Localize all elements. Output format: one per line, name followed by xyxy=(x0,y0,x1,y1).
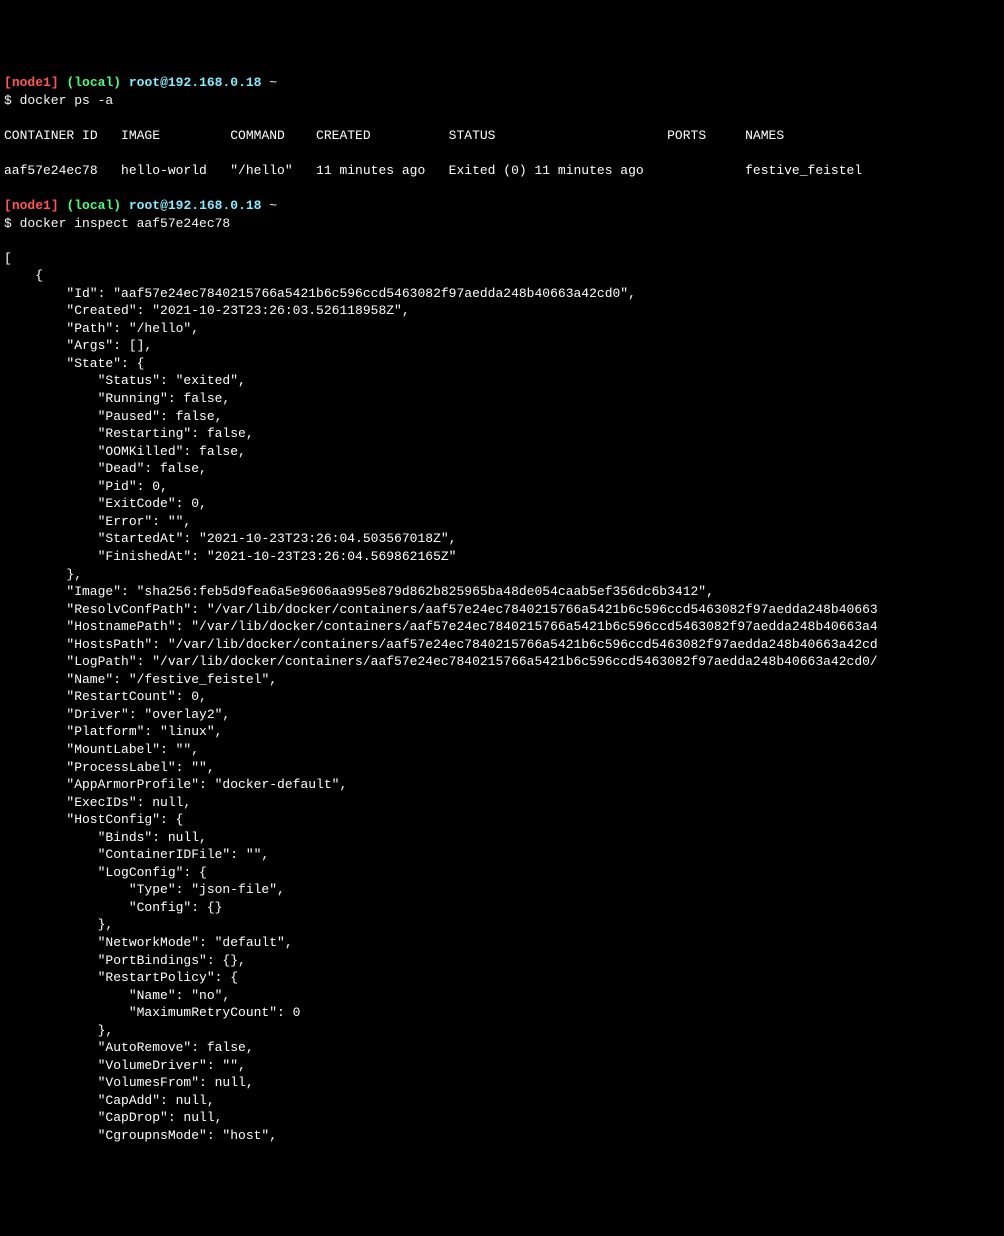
prompt-bracket-close: ] xyxy=(51,198,59,213)
json-line: { xyxy=(4,267,1000,285)
json-line: "RestartCount": 0, xyxy=(4,688,1000,706)
json-line: "NetworkMode": "default", xyxy=(4,934,1000,952)
prompt-path: ~ xyxy=(262,75,278,90)
json-line: "Config": {} xyxy=(4,899,1000,917)
json-line: "Restarting": false, xyxy=(4,425,1000,443)
prompt-local: (local) xyxy=(59,75,121,90)
json-line: "OOMKilled": false, xyxy=(4,443,1000,461)
json-line: "LogPath": "/var/lib/docker/containers/a… xyxy=(4,653,1000,671)
json-line: "Platform": "linux", xyxy=(4,723,1000,741)
ps-header: CONTAINER ID IMAGE COMMAND CREATED STATU… xyxy=(4,127,1000,145)
json-line: "AutoRemove": false, xyxy=(4,1039,1000,1057)
command-2: $ docker inspect aaf57e24ec78 xyxy=(4,216,230,231)
json-line: "AppArmorProfile": "docker-default", xyxy=(4,776,1000,794)
prompt-node: node1 xyxy=(12,75,51,90)
json-line: "LogConfig": { xyxy=(4,864,1000,882)
prompt-user-host: root@192.168.0.18 xyxy=(121,198,261,213)
json-line: "Path": "/hello", xyxy=(4,320,1000,338)
json-line: "Paused": false, xyxy=(4,408,1000,426)
json-line: "Driver": "overlay2", xyxy=(4,706,1000,724)
json-output: [{"Id": "aaf57e24ec7840215766a5421b6c596… xyxy=(4,250,1000,1145)
json-line: "Image": "sha256:feb5d9fea6a5e9606aa995e… xyxy=(4,583,1000,601)
json-line: }, xyxy=(4,1022,1000,1040)
json-line: "ContainerIDFile": "", xyxy=(4,846,1000,864)
json-line: }, xyxy=(4,566,1000,584)
json-line: "HostsPath": "/var/lib/docker/containers… xyxy=(4,636,1000,654)
command-1: $ docker ps -a xyxy=(4,93,113,108)
prompt-bracket-open: [ xyxy=(4,198,12,213)
prompt-path: ~ xyxy=(262,198,278,213)
prompt-local: (local) xyxy=(59,198,121,213)
prompt-user-host: root@192.168.0.18 xyxy=(121,75,261,90)
ps-row: aaf57e24ec78 hello-world "/hello" 11 min… xyxy=(4,162,1000,180)
json-line: "HostConfig": { xyxy=(4,811,1000,829)
json-line: "MaximumRetryCount": 0 xyxy=(4,1004,1000,1022)
prompt-node: node1 xyxy=(12,198,51,213)
json-line: "MountLabel": "", xyxy=(4,741,1000,759)
prompt-bracket-open: [ xyxy=(4,75,12,90)
prompt-line-2[interactable]: [node1] (local) root@192.168.0.18 ~ $ do… xyxy=(4,197,1000,232)
json-line: "ResolvConfPath": "/var/lib/docker/conta… xyxy=(4,601,1000,619)
prompt-bracket-close: ] xyxy=(51,75,59,90)
json-line: "HostnamePath": "/var/lib/docker/contain… xyxy=(4,618,1000,636)
json-line: "CapAdd": null, xyxy=(4,1092,1000,1110)
json-line: [ xyxy=(4,250,1000,268)
json-line: "State": { xyxy=(4,355,1000,373)
json-line: "Args": [], xyxy=(4,337,1000,355)
json-line: "RestartPolicy": { xyxy=(4,969,1000,987)
json-line: "Type": "json-file", xyxy=(4,881,1000,899)
json-line: "Status": "exited", xyxy=(4,372,1000,390)
json-line: "Pid": 0, xyxy=(4,478,1000,496)
json-line: "FinishedAt": "2021-10-23T23:26:04.56986… xyxy=(4,548,1000,566)
prompt-line-1[interactable]: [node1] (local) root@192.168.0.18 ~ $ do… xyxy=(4,74,1000,109)
json-line: "ExecIDs": null, xyxy=(4,794,1000,812)
json-line: "Dead": false, xyxy=(4,460,1000,478)
json-line: "Binds": null, xyxy=(4,829,1000,847)
json-line: "CapDrop": null, xyxy=(4,1109,1000,1127)
json-line: "Name": "no", xyxy=(4,987,1000,1005)
json-line: "VolumeDriver": "", xyxy=(4,1057,1000,1075)
json-line: "Running": false, xyxy=(4,390,1000,408)
json-line: }, xyxy=(4,916,1000,934)
json-line: "Created": "2021-10-23T23:26:03.52611895… xyxy=(4,302,1000,320)
json-line: "Id": "aaf57e24ec7840215766a5421b6c596cc… xyxy=(4,285,1000,303)
json-line: "Error": "", xyxy=(4,513,1000,531)
json-line: "CgroupnsMode": "host", xyxy=(4,1127,1000,1145)
json-line: "StartedAt": "2021-10-23T23:26:04.503567… xyxy=(4,530,1000,548)
json-line: "VolumesFrom": null, xyxy=(4,1074,1000,1092)
json-line: "ExitCode": 0, xyxy=(4,495,1000,513)
json-line: "ProcessLabel": "", xyxy=(4,759,1000,777)
json-line: "PortBindings": {}, xyxy=(4,952,1000,970)
json-line: "Name": "/festive_feistel", xyxy=(4,671,1000,689)
